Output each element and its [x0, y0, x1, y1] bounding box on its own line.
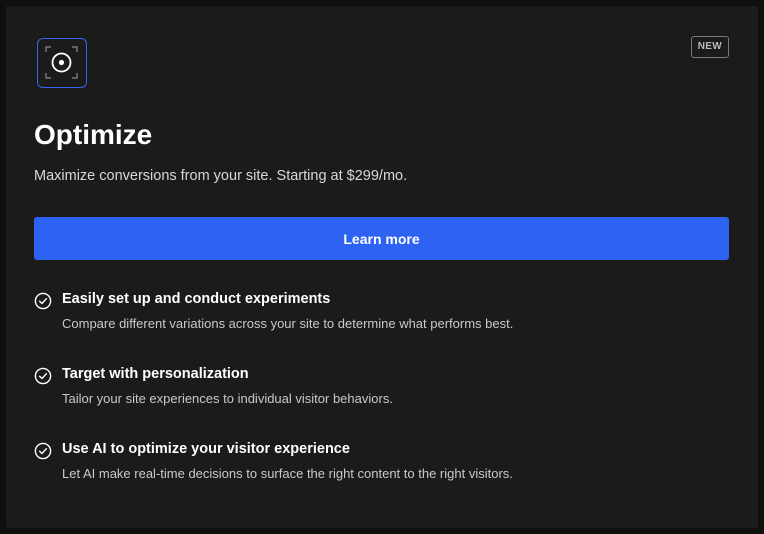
learn-more-button[interactable]: Learn more: [34, 217, 729, 260]
feature-title: Target with personalization: [62, 366, 249, 382]
new-badge: NEW: [690, 36, 729, 58]
check-circle-icon: [34, 292, 52, 310]
check-circle-icon: [34, 442, 52, 460]
check-circle-icon: [34, 367, 52, 385]
optimize-card: NEW Optimize Maximize conversions from y…: [6, 6, 758, 528]
card-title: Optimize: [34, 119, 153, 150]
feature-title: Easily set up and conduct experiments: [62, 291, 331, 307]
feature-description: Tailor your site experiences to individu…: [62, 391, 393, 406]
feature-item: Target with personalization Tailor your …: [34, 364, 724, 439]
target-frame-icon: [37, 38, 87, 88]
feature-item: Use AI to optimize your visitor experien…: [34, 439, 724, 514]
feature-title: Use AI to optimize your visitor experien…: [62, 441, 350, 457]
card-subtitle: Maximize conversions from your site. Sta…: [34, 168, 408, 184]
feature-description: Let AI make real-time decisions to surfa…: [62, 466, 513, 481]
feature-description: Compare different variations across your…: [62, 316, 514, 331]
feature-item: Easily set up and conduct experiments Co…: [34, 289, 724, 364]
feature-list: Easily set up and conduct experiments Co…: [34, 289, 724, 514]
